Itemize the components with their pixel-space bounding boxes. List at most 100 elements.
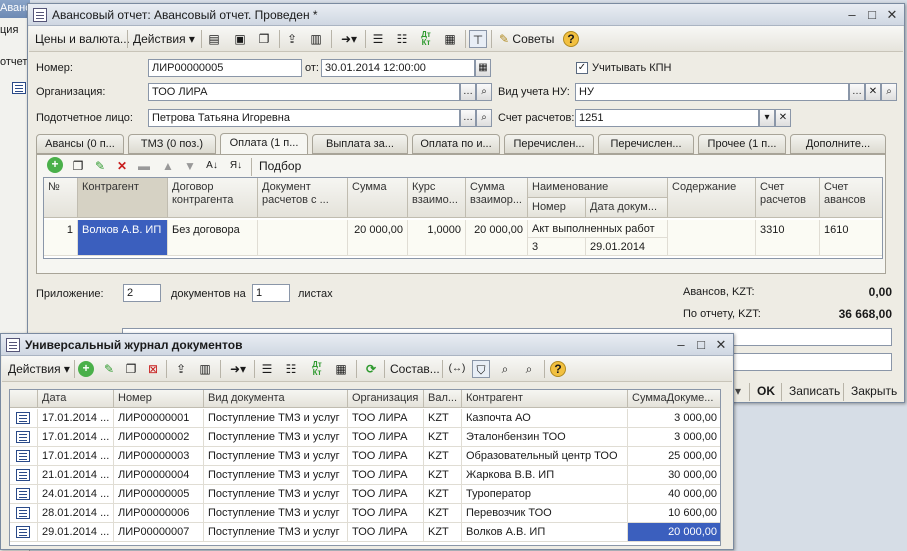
cell-doc-date[interactable]: 29.01.2014 [586, 238, 668, 256]
structure-toggle-icon[interactable]: ⊤ [469, 30, 487, 48]
col-header-content[interactable]: Содержание [668, 178, 756, 218]
cell-doc-number[interactable]: ЛИР00000005 [114, 485, 204, 504]
cell-date[interactable]: 24.01.2014 ... [38, 485, 114, 504]
cell-currency[interactable]: KZT [424, 466, 462, 485]
tab-inventory[interactable]: ТМЗ (0 поз.) [128, 134, 216, 154]
cell-organization[interactable]: ТОО ЛИРА [348, 409, 424, 428]
search-icon[interactable]: ⌕ [496, 360, 514, 378]
cell-currency[interactable]: KZT [424, 504, 462, 523]
tab-transfer-2[interactable]: Перечислен... [598, 134, 694, 154]
cell-doc-type[interactable]: Поступление ТМЗ и услуг [204, 447, 348, 466]
add-icon[interactable]: + [47, 157, 63, 173]
chevron-down-icon[interactable]: ▾ [735, 381, 741, 401]
move-down-icon[interactable]: ▼ [181, 157, 199, 175]
number-field[interactable]: ЛИР00000005 [148, 59, 302, 77]
cell-organization[interactable]: ТОО ЛИРА [348, 447, 424, 466]
filter-icon[interactable]: ⛉ [472, 360, 490, 378]
cell-contractor[interactable]: Волков А.В. ИП [78, 220, 168, 256]
col-header-currency[interactable]: Вал... [424, 390, 462, 408]
col-header-organization[interactable]: Организация [348, 390, 424, 408]
cell-doc-number[interactable]: ЛИР00000006 [114, 504, 204, 523]
checklist-icon[interactable]: ☷ [393, 30, 411, 48]
cell-contractor[interactable]: Образовательный центр ТОО [462, 447, 628, 466]
compose-button[interactable]: Состав... [390, 359, 440, 379]
dt-kt-icon[interactable]: Дт Кт [308, 360, 326, 378]
cell-doc-number[interactable]: ЛИР00000007 [114, 523, 204, 542]
edit-icon[interactable]: ✎ [100, 360, 118, 378]
cell-doc-number[interactable]: 3 [528, 238, 586, 256]
date-field[interactable]: 30.01.2014 12:00:00 [321, 59, 475, 77]
post-icon[interactable]: ▤ [205, 30, 223, 48]
cell-doc-sum[interactable]: 10 600,00 [628, 504, 720, 523]
delete-icon[interactable]: ✕ [113, 157, 131, 175]
cell-doc-number[interactable]: ЛИР00000004 [114, 466, 204, 485]
cell-doc-number[interactable]: ЛИР00000001 [114, 409, 204, 428]
select-ellipsis-icon[interactable]: … [460, 83, 476, 101]
tips-button[interactable]: ✎ Советы [499, 29, 554, 49]
settlement-account-field[interactable]: 1251 [575, 109, 759, 127]
cell-sum-mutual[interactable]: 20 000,00 [466, 220, 528, 256]
col-header-contractor[interactable]: Контрагент [462, 390, 628, 408]
cell-doc-type[interactable]: Поступление ТМЗ и услуг [204, 428, 348, 447]
col-header-doc-name[interactable]: Наименование докумен... [528, 178, 668, 198]
cell-settle-account[interactable]: 3310 [756, 220, 820, 256]
cell-currency[interactable]: KZT [424, 485, 462, 504]
pick-button[interactable]: Подбор [259, 156, 301, 176]
cell-currency[interactable]: KZT [424, 523, 462, 542]
cell-doc-sum[interactable]: 40 000,00 [628, 485, 720, 504]
maximize-icon[interactable]: □ [693, 337, 709, 353]
cell-doc-type[interactable]: Поступление ТМЗ и услуг [204, 485, 348, 504]
based-on-icon[interactable]: ⇪ [172, 360, 190, 378]
col-header-advance-account[interactable]: Счет авансов [820, 178, 882, 218]
chevron-down-icon[interactable]: ▾ [759, 109, 775, 127]
tab-payment-other[interactable]: Оплата по и... [412, 134, 500, 154]
print-icon[interactable]: ▥ [307, 30, 325, 48]
col-header-settle-doc[interactable]: Документ расчетов с ... [258, 178, 348, 218]
select-ellipsis-icon[interactable]: … [460, 109, 476, 127]
cell-contractor[interactable]: Туроператор [462, 485, 628, 504]
cell-contractor[interactable]: Казпочта АО [462, 409, 628, 428]
cell-currency[interactable]: KZT [424, 447, 462, 466]
cell-organization[interactable]: ТОО ЛИРА [348, 485, 424, 504]
cell-contractor[interactable]: Волков А.В. ИП [462, 523, 628, 542]
prices-currency-button[interactable]: Цены и валюта... [35, 29, 130, 49]
sort-desc-icon[interactable]: Я↓ [227, 157, 245, 175]
col-header-contract[interactable]: Договор контрагента [168, 178, 258, 218]
col-header-contractor[interactable]: Контрагент [78, 178, 168, 218]
col-header-rate[interactable]: Курс взаимо... [408, 178, 466, 218]
dt-kt-icon[interactable]: Дт Кт [417, 30, 435, 48]
minimize-icon[interactable]: – [844, 7, 860, 23]
cell-currency[interactable]: KZT [424, 428, 462, 447]
cell-organization[interactable]: ТОО ЛИРА [348, 504, 424, 523]
cell-doc-number[interactable]: ЛИР00000003 [114, 447, 204, 466]
accountable-person-field[interactable]: Петрова Татьяна Игоревна [148, 109, 460, 127]
col-header-doc-sum[interactable]: СуммаДокуме... [628, 390, 720, 408]
cell-date[interactable]: 17.01.2014 ... [38, 409, 114, 428]
go-to-menu-icon[interactable]: ➜▾ [335, 30, 363, 48]
col-header-doc-type[interactable]: Вид документа [204, 390, 348, 408]
tab-additional[interactable]: Дополните... [790, 134, 886, 154]
refresh-icon[interactable]: ▣ [231, 30, 249, 48]
tab-other[interactable]: Прочее (1 п... [698, 134, 786, 154]
help-icon[interactable]: ? [550, 361, 566, 377]
minimize-icon[interactable]: – [673, 337, 689, 353]
help-icon[interactable]: ? [563, 31, 579, 47]
cell-doc-sum[interactable]: 20 000,00 [628, 523, 720, 542]
copy-icon[interactable]: ❐ [255, 30, 273, 48]
col-header-number[interactable]: № [44, 178, 78, 218]
cell-date[interactable]: 21.01.2014 ... [38, 466, 114, 485]
move-up-icon[interactable]: ▲ [159, 157, 177, 175]
cell-organization[interactable]: ТОО ЛИРА [348, 466, 424, 485]
clear-icon[interactable]: ✕ [775, 109, 791, 127]
cell-contractor[interactable]: Перевозчик ТОО [462, 504, 628, 523]
refresh-icon[interactable]: ⟳ [362, 360, 380, 378]
structure-icon[interactable]: ☰ [369, 30, 387, 48]
kpn-checkbox[interactable]: ✓ [576, 62, 588, 74]
cell-doc-sum[interactable]: 3 000,00 [628, 428, 720, 447]
tab-payment[interactable]: Оплата (1 п... [220, 133, 308, 155]
cell-doc-sum[interactable]: 25 000,00 [628, 447, 720, 466]
col-header-doc-number[interactable]: Номер д... [528, 198, 586, 218]
col-header-sum-mutual[interactable]: Сумма взаимор... [466, 178, 528, 218]
cell-doc-name[interactable]: Акт выполненных работ [528, 220, 668, 238]
sort-asc-icon[interactable]: A↓ [203, 157, 221, 175]
